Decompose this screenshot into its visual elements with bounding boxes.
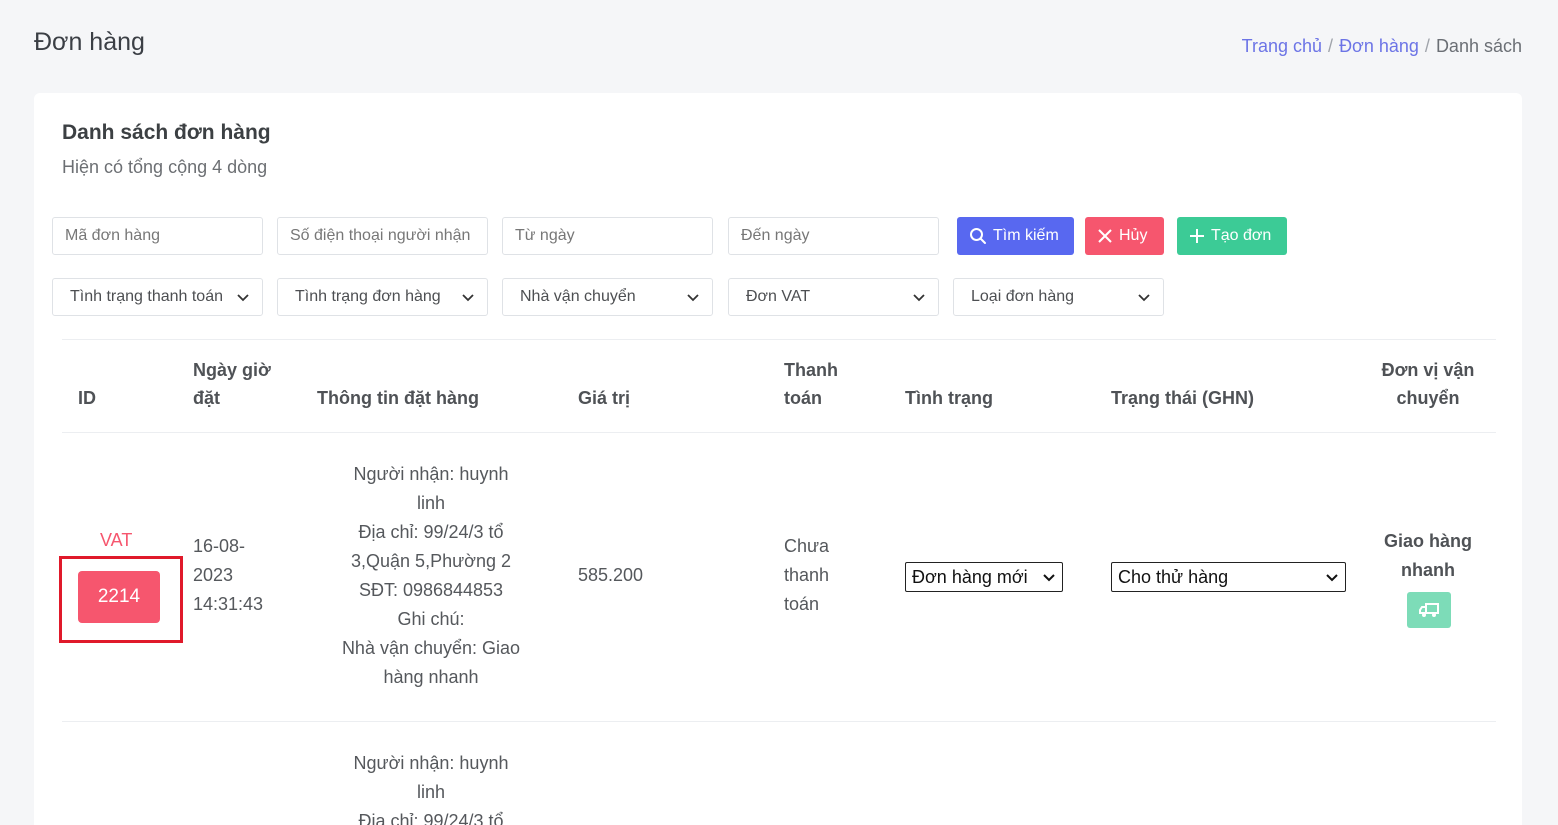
order-date-line2: 2023 bbox=[193, 565, 234, 585]
header-datetime: Ngày giờ đặt bbox=[193, 356, 271, 412]
carrier-name-line1: Giao hàng bbox=[1383, 531, 1472, 551]
order-info-line: Địa chỉ: 99/24/3 tổ bbox=[358, 522, 504, 542]
from-date-input[interactable]: Từ ngày bbox=[502, 217, 713, 255]
order-info-line: Người nhận: huynh bbox=[353, 753, 509, 773]
row-divider bbox=[62, 721, 1496, 722]
order-info-line: linh bbox=[416, 782, 446, 802]
chevron-down-icon bbox=[1138, 294, 1150, 302]
payment-status-line: thanh bbox=[784, 565, 830, 585]
payment-status-select[interactable]: Tình trạng thanh toán bbox=[52, 278, 263, 316]
vat-value: Đơn VAT bbox=[746, 288, 811, 305]
order-time: 14:31:43 bbox=[193, 594, 264, 614]
carrier-value: Nhà vận chuyển bbox=[520, 288, 636, 305]
header-id: ID bbox=[78, 388, 96, 408]
page-title: Đơn hàng bbox=[34, 28, 145, 56]
payment-status: Chưa thanh toán bbox=[784, 532, 829, 619]
card-title: Danh sách đơn hàng bbox=[62, 121, 271, 144]
header-payment-line1: Thanh bbox=[784, 360, 838, 380]
breadcrumb-separator: / bbox=[1424, 36, 1430, 56]
order-info-line: linh bbox=[416, 493, 446, 513]
plus-icon bbox=[1190, 229, 1204, 243]
order-code-placeholder: Mã đơn hàng bbox=[65, 227, 160, 244]
header-datetime-line1: Ngày giờ bbox=[193, 360, 271, 380]
order-type-value: Loại đơn hàng bbox=[971, 288, 1075, 305]
breadcrumb: Trang chủ / Đơn hàng / Danh sách bbox=[1242, 36, 1522, 57]
cancel-button[interactable]: Hủy bbox=[1085, 217, 1164, 255]
ghn-status-dropdown[interactable]: Cho thử hàng bbox=[1111, 562, 1346, 592]
to-date-input[interactable]: Đến ngày bbox=[728, 217, 939, 255]
order-info-line: Địa chỉ: 99/24/3 tổ bbox=[358, 811, 504, 825]
order-info-line: Nhà vận chuyển: Giao bbox=[341, 638, 521, 658]
order-status-dropdown-value: Đơn hàng mới bbox=[912, 566, 1028, 587]
order-status-value: Tình trạng đơn hàng bbox=[295, 288, 441, 305]
header-value: Giá trị bbox=[578, 388, 631, 408]
chevron-down-icon bbox=[687, 294, 699, 302]
header-order-info: Thông tin đặt hàng bbox=[317, 388, 479, 408]
chevron-down-icon bbox=[1326, 574, 1338, 582]
chevron-down-icon bbox=[1043, 574, 1055, 582]
create-order-button[interactable]: Tạo đơn bbox=[1177, 217, 1287, 255]
to-date-placeholder: Đến ngày bbox=[741, 227, 810, 244]
order-info: Người nhận: huynh linh Địa chỉ: 99/24/3 … bbox=[321, 460, 541, 692]
order-id-badge[interactable]: 2214 bbox=[78, 571, 160, 623]
card-subtitle: Hiện có tổng cộng 4 dòng bbox=[62, 157, 268, 177]
order-value: 585.200 bbox=[578, 565, 644, 585]
phone-placeholder: Số điện thoại người nhận bbox=[290, 227, 471, 244]
close-icon bbox=[1098, 229, 1112, 243]
carrier-select[interactable]: Nhà vận chuyển bbox=[502, 278, 713, 316]
order-date-line1: 16-08- bbox=[193, 536, 246, 556]
orders-card: Danh sách đơn hàng Hiện có tổng cộng 4 d… bbox=[34, 93, 1522, 825]
chevron-down-icon bbox=[462, 294, 474, 302]
header-payment-line2: toán bbox=[784, 388, 822, 408]
shipping-button[interactable] bbox=[1407, 592, 1451, 628]
ghn-status-dropdown-value: Cho thử hàng bbox=[1118, 566, 1229, 587]
payment-status-line: toán bbox=[784, 594, 820, 614]
carrier-name: Giao hàng nhanh bbox=[1358, 527, 1498, 585]
breadcrumb-home-link[interactable]: Trang chủ bbox=[1242, 36, 1322, 57]
page-header: Đơn hàng Trang chủ / Đơn hàng / Danh sác… bbox=[0, 0, 1558, 92]
header-carrier-line2: chuyển bbox=[1396, 388, 1460, 408]
header-datetime-line2: đặt bbox=[193, 388, 220, 408]
order-code-input[interactable]: Mã đơn hàng bbox=[52, 217, 263, 255]
order-type-select[interactable]: Loại đơn hàng bbox=[953, 278, 1164, 316]
chevron-down-icon bbox=[237, 294, 249, 302]
order-info-line: Ghi chú: bbox=[397, 609, 465, 629]
order-info: Người nhận: huynh linh Địa chỉ: 99/24/3 … bbox=[321, 749, 541, 825]
truck-icon bbox=[1419, 603, 1439, 617]
order-info-line: 3,Quận 5,Phường 2 bbox=[351, 551, 511, 571]
header-ghn-status: Trạng thái (GHN) bbox=[1111, 388, 1254, 408]
breadcrumb-orders-link[interactable]: Đơn hàng bbox=[1339, 36, 1419, 57]
phone-input[interactable]: Số điện thoại người nhận bbox=[277, 217, 488, 255]
vat-select[interactable]: Đơn VAT bbox=[728, 278, 939, 316]
vat-label: VAT bbox=[100, 530, 133, 550]
payment-status-value: Tình trạng thanh toán bbox=[70, 288, 223, 305]
order-datetime: 16-08- 2023 14:31:43 bbox=[193, 532, 263, 619]
search-button[interactable]: Tìm kiếm bbox=[957, 217, 1074, 255]
search-button-label: Tìm kiếm bbox=[993, 227, 1059, 244]
table-header: ID Ngày giờ đặt Thông tin đặt hàng Giá t… bbox=[62, 339, 1496, 433]
carrier-name-line2: nhanh bbox=[1401, 560, 1455, 580]
cancel-button-label: Hủy bbox=[1119, 227, 1148, 244]
create-order-button-label: Tạo đơn bbox=[1211, 227, 1272, 244]
breadcrumb-current: Danh sách bbox=[1435, 36, 1522, 56]
header-payment: Thanh toán bbox=[784, 356, 838, 412]
from-date-placeholder: Từ ngày bbox=[515, 227, 575, 244]
breadcrumb-separator: / bbox=[1328, 36, 1334, 56]
header-status: Tình trạng bbox=[905, 388, 993, 408]
order-status-dropdown[interactable]: Đơn hàng mới bbox=[905, 562, 1063, 592]
order-info-line: hàng nhanh bbox=[383, 667, 479, 687]
chevron-down-icon bbox=[913, 294, 925, 302]
order-status-select[interactable]: Tình trạng đơn hàng bbox=[277, 278, 488, 316]
header-carrier-line1: Đơn vị vận bbox=[1381, 360, 1475, 380]
order-info-line: Người nhận: huynh bbox=[353, 464, 509, 484]
payment-status-line: Chưa bbox=[784, 536, 830, 556]
search-icon bbox=[970, 228, 986, 244]
header-carrier: Đơn vị vận chuyển bbox=[1358, 356, 1498, 412]
order-info-line: SĐT: 0986844853 bbox=[358, 580, 504, 600]
